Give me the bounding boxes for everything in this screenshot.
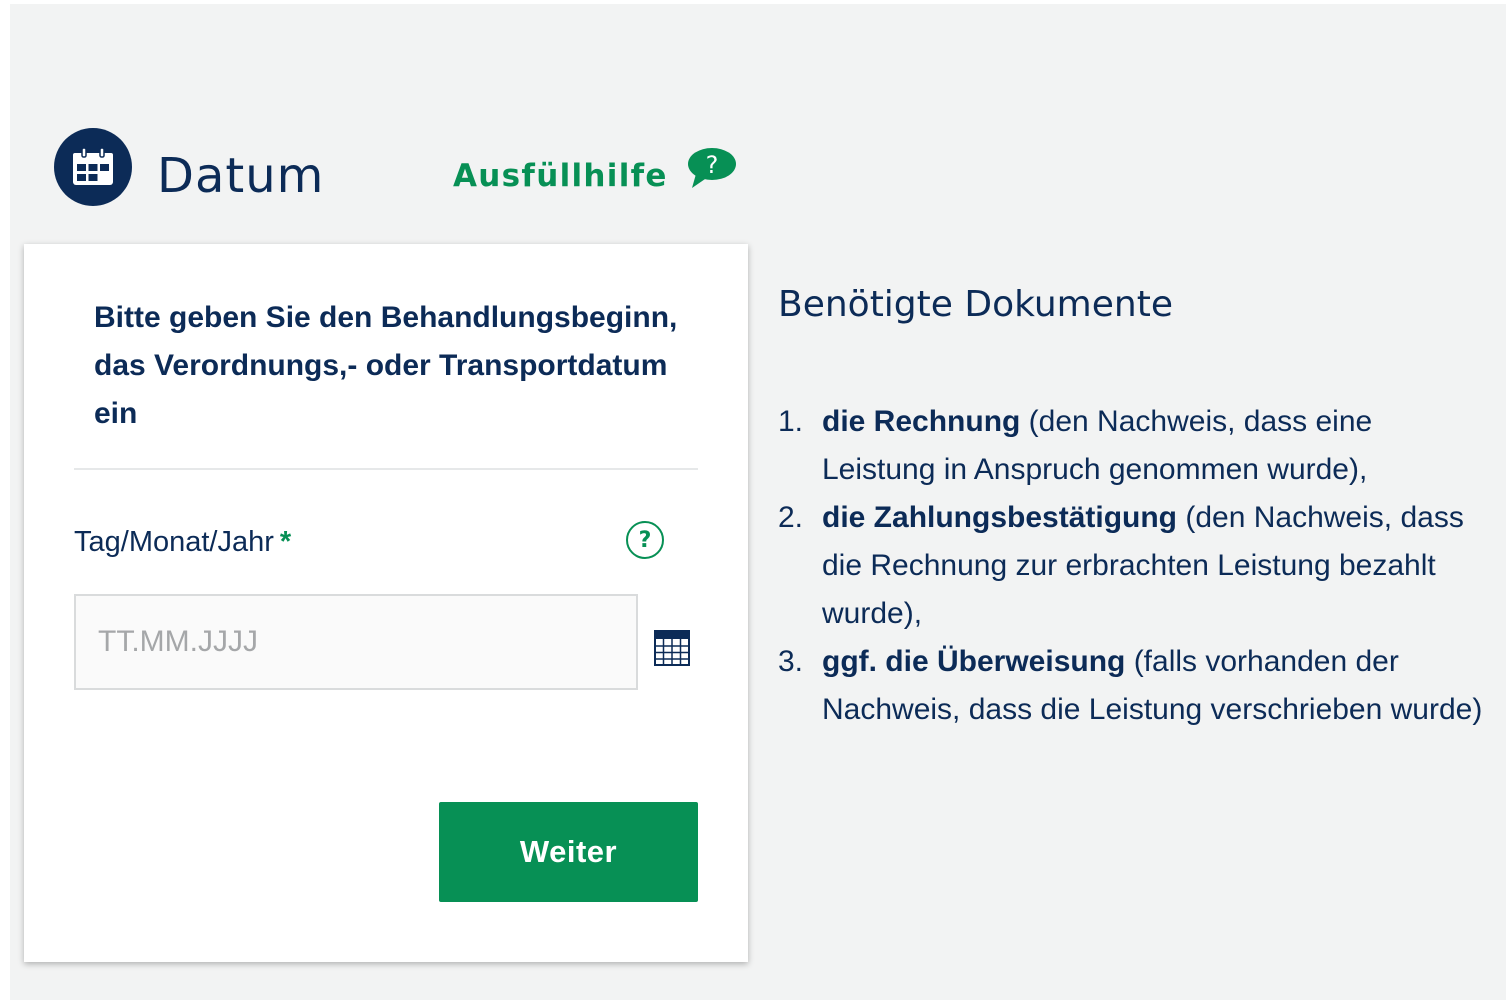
page-background: Datum Ausfüllhilfe ? Bitte geben Sie den… <box>10 4 1506 1000</box>
calendar-grid-icon[interactable] <box>654 630 690 671</box>
list-item: 1. die Rechnung (den Nachweis, dass eine … <box>778 398 1486 494</box>
list-item-title: die Zahlungsbestätigung <box>822 501 1178 534</box>
documents-list: 1. die Rechnung (den Nachweis, dass eine … <box>778 398 1486 734</box>
list-item-number: 1. <box>778 405 804 438</box>
question-bubble-icon: ? <box>686 146 738 195</box>
date-field-label: Tag/Monat/Jahr * <box>74 522 291 562</box>
date-input[interactable] <box>74 594 638 690</box>
list-item-number: 3. <box>778 645 804 678</box>
svg-text:?: ? <box>705 151 718 179</box>
required-mark: * <box>279 526 292 558</box>
page-title: Datum <box>157 148 325 204</box>
date-field-label-text: Tag/Monat/Jahr <box>74 526 274 558</box>
divider <box>74 468 698 470</box>
form-instruction: Bitte geben Sie den Behandlungsbeginn, d… <box>94 301 678 430</box>
fill-help-link[interactable]: Ausfüllhilfe ? <box>453 148 738 198</box>
list-item-number: 2. <box>778 501 804 534</box>
list-item: 3. ggf. die Überweisung (falls vorhanden … <box>778 638 1486 734</box>
next-button[interactable]: Weiter <box>439 802 698 902</box>
list-item-title: ggf. die Überweisung <box>822 645 1126 678</box>
list-item: 2. die Zahlungsbestätigung (den Nachweis,… <box>778 494 1486 638</box>
fill-help-label: Ausfüllhilfe <box>453 158 668 194</box>
date-form-card: Bitte geben Sie den Behandlungsbeginn, d… <box>24 244 748 962</box>
field-help-icon[interactable]: ? <box>626 521 664 559</box>
calendar-icon <box>54 128 132 206</box>
documents-title: Benötigte Dokumente <box>778 284 1173 325</box>
list-item-title: die Rechnung <box>822 405 1021 438</box>
